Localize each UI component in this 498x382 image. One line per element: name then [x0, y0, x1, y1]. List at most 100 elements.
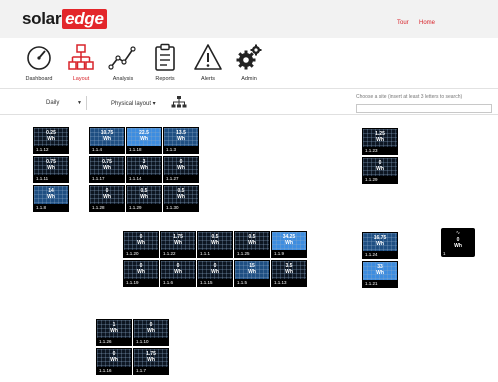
optimizer-tile[interactable]: 1.75 Wh 1.1.22	[160, 231, 196, 258]
inverter-tile[interactable]: ∿ 0 Wh 1	[441, 228, 475, 257]
optimizer-energy-unit: Wh	[103, 194, 111, 200]
optimizer-tile[interactable]: 0 Wh 1.1.29	[362, 157, 398, 184]
optimizer-id: 1.1.25	[235, 250, 269, 257]
optimizer-energy-unit: Wh	[376, 137, 384, 143]
dashboard-gauge-icon	[27, 46, 51, 70]
optimizer-energy-unit: Wh	[110, 357, 118, 363]
tour-link[interactable]: Tour	[397, 20, 409, 26]
layout-toolbar: Daily ▼ Physical layout ▾	[0, 88, 498, 115]
nav-dashboard[interactable]: Dashboard	[17, 42, 61, 86]
optimizer-tile[interactable]: 10.75 Wh 1.1.4	[89, 127, 125, 154]
optimizer-energy-unit: Wh	[140, 165, 148, 171]
optimizer-tile[interactable]: 0 Wh 1.1.16	[96, 348, 132, 375]
optimizer-tile[interactable]: 0 Wh 1.1.27	[163, 156, 199, 183]
optimizer-id: 1.1.22	[161, 250, 195, 257]
optimizer-id: 1.1.23	[363, 147, 397, 154]
optimizer-tile[interactable]: 3 Wh 1.1.14	[126, 156, 162, 183]
optimizer-energy-unit: Wh	[47, 165, 55, 171]
optimizer-id: 1.1.3	[164, 146, 198, 153]
period-select-label[interactable]: Daily	[46, 100, 59, 106]
optimizer-energy-unit: Wh	[211, 269, 219, 275]
optimizer-tile[interactable]: 0 Wh 1.1.20	[123, 231, 159, 258]
optimizer-energy-unit: Wh	[174, 269, 182, 275]
solaredge-logo[interactable]: solar edge	[22, 9, 107, 29]
optimizer-id: 1.1.18	[127, 146, 161, 153]
optimizer-tile[interactable]: 34.25 Wh 1.1.9	[271, 231, 307, 258]
optimizer-tile[interactable]: 0.5 Wh 1.1.25	[234, 231, 270, 258]
optimizer-tile[interactable]: 14 Wh 1.1.8	[33, 185, 69, 212]
optimizer-tile[interactable]: 0 Wh 1.1.6	[160, 260, 196, 287]
optimizer-id: 1.1.9	[272, 250, 306, 257]
optimizer-energy-unit: Wh	[47, 136, 55, 142]
home-link[interactable]: Home	[419, 20, 435, 26]
optimizer-energy-unit: Wh	[177, 165, 185, 171]
optimizer-id: 1.1.15	[198, 279, 232, 286]
logo-edge: edge	[62, 9, 107, 29]
optimizer-energy-unit: Wh	[285, 240, 293, 246]
nav-dashboard-label: Dashboard	[25, 76, 53, 82]
optimizer-tile[interactable]: 0.5 Wh 1.1.29	[126, 185, 162, 212]
optimizer-tile[interactable]: 0.75 Wh 1.1.11	[33, 156, 69, 183]
optimizer-energy-unit: Wh	[140, 136, 148, 142]
optimizer-tile[interactable]: 0.25 Wh 1.1.12	[33, 127, 69, 154]
optimizer-energy-unit: Wh	[110, 328, 118, 334]
optimizer-energy-unit: Wh	[103, 165, 111, 171]
optimizer-id: 1.1.4	[90, 146, 124, 153]
optimizer-tile[interactable]: 0 Wh 1.1.10	[133, 319, 169, 346]
optimizer-energy-unit: Wh	[147, 357, 155, 363]
optimizer-tile[interactable]: 22.5 Wh 1.1.18	[126, 127, 162, 154]
optimizer-id: 1.1.6	[161, 279, 195, 286]
optimizer-id: 1.1.29	[363, 176, 397, 183]
optimizer-id: 1.1.24	[363, 251, 397, 258]
nav-admin-label: Admin	[241, 76, 257, 82]
optimizer-id: 1.1.29	[127, 204, 161, 211]
optimizer-energy-unit: Wh	[47, 194, 55, 200]
tree-view-icon[interactable]	[171, 96, 187, 110]
optimizer-tile[interactable]: 0.5 Wh 1.1.1	[197, 231, 233, 258]
layout-view-select[interactable]: Physical layout ▾	[111, 100, 156, 107]
optimizer-id: 1.1.21	[363, 280, 397, 287]
optimizer-tile[interactable]: 0 Wh 1.1.19	[123, 260, 159, 287]
optimizer-energy-unit: Wh	[376, 270, 384, 276]
optimizer-id: 1.1.8	[34, 204, 68, 211]
optimizer-tile[interactable]: 0 Wh 1.1.15	[197, 260, 233, 287]
optimizer-tile[interactable]: 16.75 Wh 1.1.24	[362, 232, 398, 259]
optimizer-tile[interactable]: 0.75 Wh 1.1.17	[89, 156, 125, 183]
period-dropdown-icon[interactable]: ▼	[77, 100, 82, 106]
optimizer-tile[interactable]: 1.75 Wh 1.1.7	[133, 348, 169, 375]
nav-admin[interactable]: Admin	[227, 42, 271, 86]
optimizer-tile[interactable]: 1.25 Wh 1.1.23	[362, 128, 398, 155]
toolbar-divider	[86, 96, 87, 110]
optimizer-id: 1.1.13	[272, 279, 306, 286]
nav-layout[interactable]: Layout	[59, 42, 103, 86]
optimizer-tile[interactable]: 1 Wh 1.1.26	[96, 319, 132, 346]
optimizer-id: 1.1.16	[97, 367, 131, 374]
optimizer-tile[interactable]: 15 Wh 1.1.5	[234, 260, 270, 287]
nav-reports[interactable]: Reports	[143, 42, 187, 86]
optimizer-id: 1.1.5	[235, 279, 269, 286]
optimizer-id: 1.1.19	[124, 279, 158, 286]
optimizer-energy-unit: Wh	[140, 194, 148, 200]
optimizer-energy-unit: Wh	[211, 240, 219, 246]
optimizer-id: 1.1.11	[34, 175, 68, 182]
admin-gears-icon	[236, 44, 262, 70]
main-nav: Dashboard Layout Analysis Reports Alerts…	[0, 38, 498, 113]
optimizer-tile[interactable]: 0 Wh 1.1.28	[89, 185, 125, 212]
optimizer-id: 1.1.12	[34, 146, 68, 153]
optimizer-id: 1.1.14	[127, 175, 161, 182]
optimizer-tile[interactable]: 3.5 Wh 1.1.13	[271, 260, 307, 287]
nav-alerts[interactable]: Alerts	[186, 42, 230, 86]
optimizer-id: 1.1.26	[97, 338, 131, 345]
optimizer-tile[interactable]: 0.5 Wh 1.1.30	[163, 185, 199, 212]
optimizer-tile[interactable]: 13.5 Wh 1.1.3	[163, 127, 199, 154]
optimizer-id: 1.1.20	[124, 250, 158, 257]
optimizer-energy-unit: Wh	[248, 240, 256, 246]
optimizer-energy-unit: Wh	[137, 240, 145, 246]
optimizer-tile[interactable]: 33 Wh 1.1.21	[362, 261, 398, 288]
analysis-line-chart-icon	[108, 46, 136, 70]
optimizer-energy-unit: Wh	[177, 194, 185, 200]
optimizer-energy-unit: Wh	[248, 269, 256, 275]
nav-analysis[interactable]: Analysis	[101, 42, 145, 86]
optimizer-energy-unit: Wh	[137, 269, 145, 275]
nav-layout-label: Layout	[72, 76, 90, 82]
